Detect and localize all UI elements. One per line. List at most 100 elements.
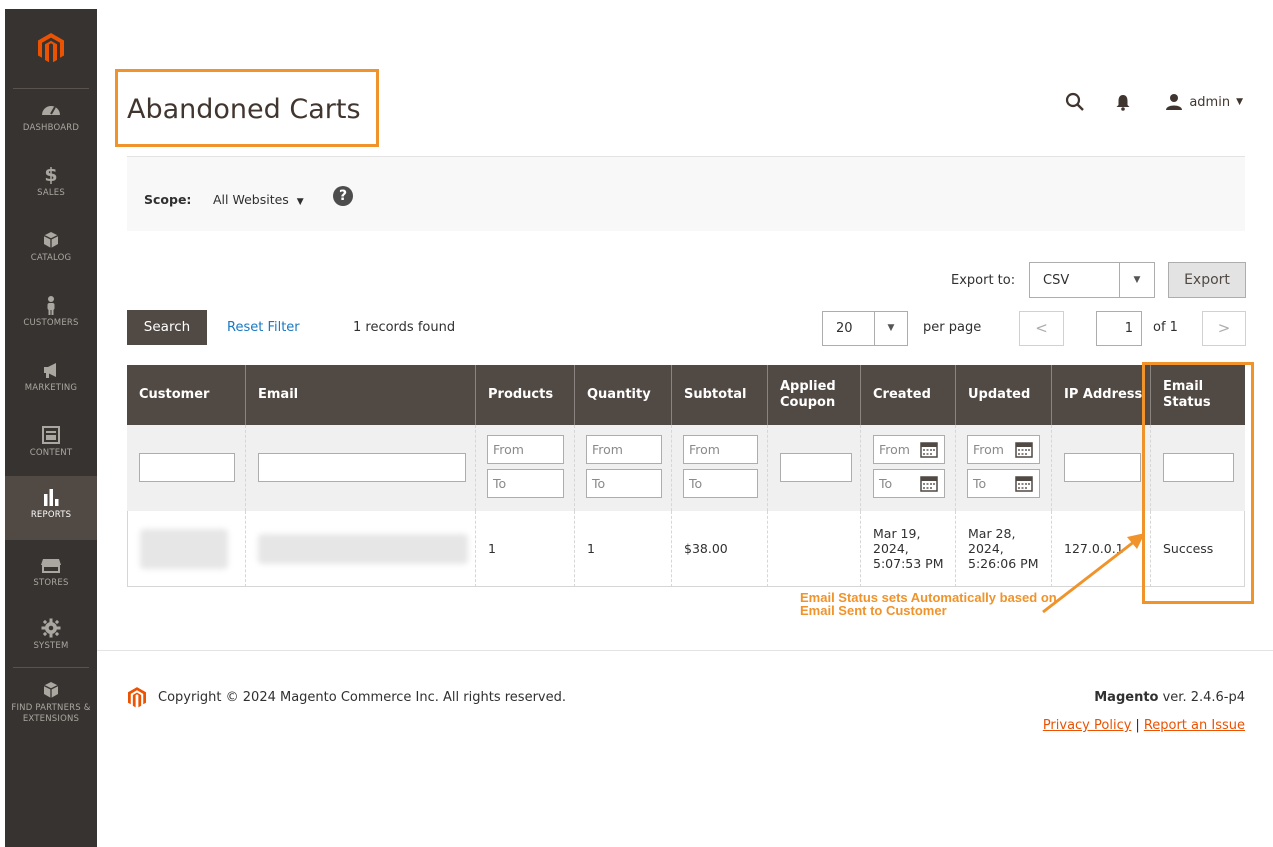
subtotal-from-input[interactable]: From bbox=[683, 435, 758, 464]
chevron-down-icon: ▼ bbox=[874, 312, 907, 345]
bar-chart-icon bbox=[44, 489, 59, 506]
person-icon bbox=[47, 296, 55, 315]
help-icon[interactable]: ? bbox=[333, 186, 353, 206]
report-issue-link[interactable]: Report an Issue bbox=[1144, 718, 1245, 733]
created-time: 5:07:53 PM bbox=[873, 556, 944, 571]
sidebar-item-customers[interactable]: CUSTOMERS bbox=[5, 284, 97, 348]
sidebar-item-catalog[interactable]: CATALOG bbox=[5, 219, 97, 283]
export-format-select[interactable]: CSV ▼ bbox=[1029, 262, 1155, 298]
per-page-label: per page bbox=[923, 320, 982, 335]
column-header-applied-coupon[interactable]: Applied Coupon bbox=[768, 365, 861, 425]
coupon-filter-input[interactable] bbox=[780, 453, 852, 482]
sidebar-item-dashboard[interactable]: DASHBOARD bbox=[5, 89, 97, 153]
scope-label: Scope: bbox=[144, 192, 192, 207]
filter-cell: From To bbox=[476, 425, 575, 511]
calendar-icon[interactable] bbox=[1015, 475, 1033, 492]
sidebar-item-reports[interactable]: REPORTS bbox=[5, 476, 97, 540]
placeholder: To bbox=[973, 476, 987, 491]
calendar-icon[interactable] bbox=[920, 441, 938, 458]
products-from-input[interactable]: From bbox=[487, 435, 564, 464]
updated-year: 2024, bbox=[968, 541, 1004, 556]
column-header-customer[interactable]: Customer bbox=[127, 365, 246, 425]
sidebar-item-label: SYSTEM bbox=[33, 641, 69, 651]
placeholder: From bbox=[493, 442, 524, 457]
sidebar-item-label: MARKETING bbox=[24, 383, 78, 393]
chevron-down-icon: ▼ bbox=[296, 197, 304, 207]
dashboard-icon bbox=[42, 106, 60, 115]
filter-cell bbox=[1052, 425, 1151, 511]
cell-products[interactable]: 1 bbox=[476, 511, 575, 587]
chevron-right-icon: > bbox=[1217, 319, 1231, 337]
records-count: 1 records found bbox=[353, 320, 456, 335]
search-icon[interactable] bbox=[1065, 92, 1085, 112]
column-header-products[interactable]: Products bbox=[476, 365, 575, 425]
privacy-policy-link[interactable]: Privacy Policy bbox=[1043, 718, 1132, 733]
sidebar-item-label: CONTENT bbox=[29, 448, 73, 458]
cell-email[interactable] bbox=[246, 511, 476, 587]
subtotal-to-input[interactable]: To bbox=[683, 469, 758, 498]
box-icon bbox=[43, 232, 59, 248]
brand-name: Magento bbox=[1094, 690, 1159, 705]
filter-cell bbox=[246, 425, 476, 511]
placeholder: From bbox=[973, 442, 1004, 457]
calendar-icon[interactable] bbox=[920, 475, 938, 492]
column-header-ip-address[interactable]: IP Address bbox=[1052, 365, 1151, 425]
magento-logo-icon[interactable] bbox=[5, 9, 97, 87]
sidebar-item-system[interactable]: SYSTEM bbox=[5, 607, 97, 671]
cell-applied-coupon[interactable] bbox=[768, 511, 861, 587]
cell-created[interactable]: Mar 19, 2024, 5:07:53 PM bbox=[861, 511, 956, 587]
quantity-from-input[interactable]: From bbox=[586, 435, 662, 464]
cell-quantity[interactable]: 1 bbox=[575, 511, 672, 587]
footer-divider bbox=[97, 650, 1273, 651]
customer-filter-input[interactable] bbox=[139, 453, 235, 482]
redacted-customer-name bbox=[140, 528, 228, 569]
column-header-subtotal[interactable]: Subtotal bbox=[672, 365, 768, 425]
column-header-email[interactable]: Email bbox=[246, 365, 476, 425]
sidebar-item-content[interactable]: CONTENT bbox=[5, 414, 97, 478]
sidebar-item-sales[interactable]: $ SALES bbox=[5, 154, 97, 218]
products-to-input[interactable]: To bbox=[487, 469, 564, 498]
email-filter-input[interactable] bbox=[258, 453, 466, 482]
scope-switcher[interactable]: All Websites ▼ bbox=[213, 192, 304, 207]
sidebar-item-find-partners[interactable]: FIND PARTNERS & EXTENSIONS bbox=[5, 669, 97, 739]
filter-cell: From To bbox=[575, 425, 672, 511]
magento-footer-logo-icon bbox=[128, 687, 146, 712]
placeholder: From bbox=[592, 442, 623, 457]
updated-to-input[interactable]: To bbox=[967, 469, 1040, 498]
updated-from-input[interactable]: From bbox=[967, 435, 1040, 464]
previous-page-button[interactable]: < bbox=[1019, 311, 1064, 346]
column-header-created[interactable]: Created bbox=[861, 365, 956, 425]
search-button[interactable]: Search bbox=[127, 310, 207, 345]
bell-icon[interactable] bbox=[1115, 93, 1131, 111]
filter-cell bbox=[127, 425, 246, 511]
store-icon bbox=[41, 559, 61, 573]
page-title: Abandoned Carts bbox=[127, 94, 361, 125]
created-to-input[interactable]: To bbox=[873, 469, 945, 498]
cell-subtotal[interactable]: $38.00 bbox=[672, 511, 768, 587]
admin-user-menu[interactable]: admin ▼ bbox=[1165, 93, 1243, 111]
sidebar-item-stores[interactable]: STORES bbox=[5, 544, 97, 608]
ip-filter-input[interactable] bbox=[1064, 453, 1141, 482]
per-page-select[interactable]: 20 ▼ bbox=[822, 311, 908, 346]
column-header-updated[interactable]: Updated bbox=[956, 365, 1052, 425]
chevron-left-icon: < bbox=[1035, 319, 1048, 337]
calendar-icon[interactable] bbox=[1015, 441, 1033, 458]
sidebar-item-label: CATALOG bbox=[30, 253, 72, 263]
cell-customer[interactable] bbox=[127, 511, 246, 587]
page-number-input[interactable]: 1 bbox=[1096, 311, 1142, 346]
sidebar-item-label: CUSTOMERS bbox=[23, 318, 79, 328]
next-page-button[interactable]: > bbox=[1202, 311, 1246, 346]
sidebar-item-label: SALES bbox=[37, 188, 65, 198]
content-icon bbox=[42, 426, 60, 444]
column-header-quantity[interactable]: Quantity bbox=[575, 365, 672, 425]
dollar-icon: $ bbox=[44, 164, 58, 186]
export-button[interactable]: Export bbox=[1168, 262, 1246, 298]
updated-time: 5:26:06 PM bbox=[968, 556, 1039, 571]
quantity-to-input[interactable]: To bbox=[586, 469, 662, 498]
export-label: Export to: bbox=[951, 273, 1016, 288]
reset-filter-link[interactable]: Reset Filter bbox=[227, 320, 300, 335]
chevron-down-icon: ▼ bbox=[1119, 263, 1154, 297]
user-icon bbox=[1166, 94, 1183, 110]
created-from-input[interactable]: From bbox=[873, 435, 945, 464]
sidebar-item-marketing[interactable]: MARKETING bbox=[5, 349, 97, 413]
